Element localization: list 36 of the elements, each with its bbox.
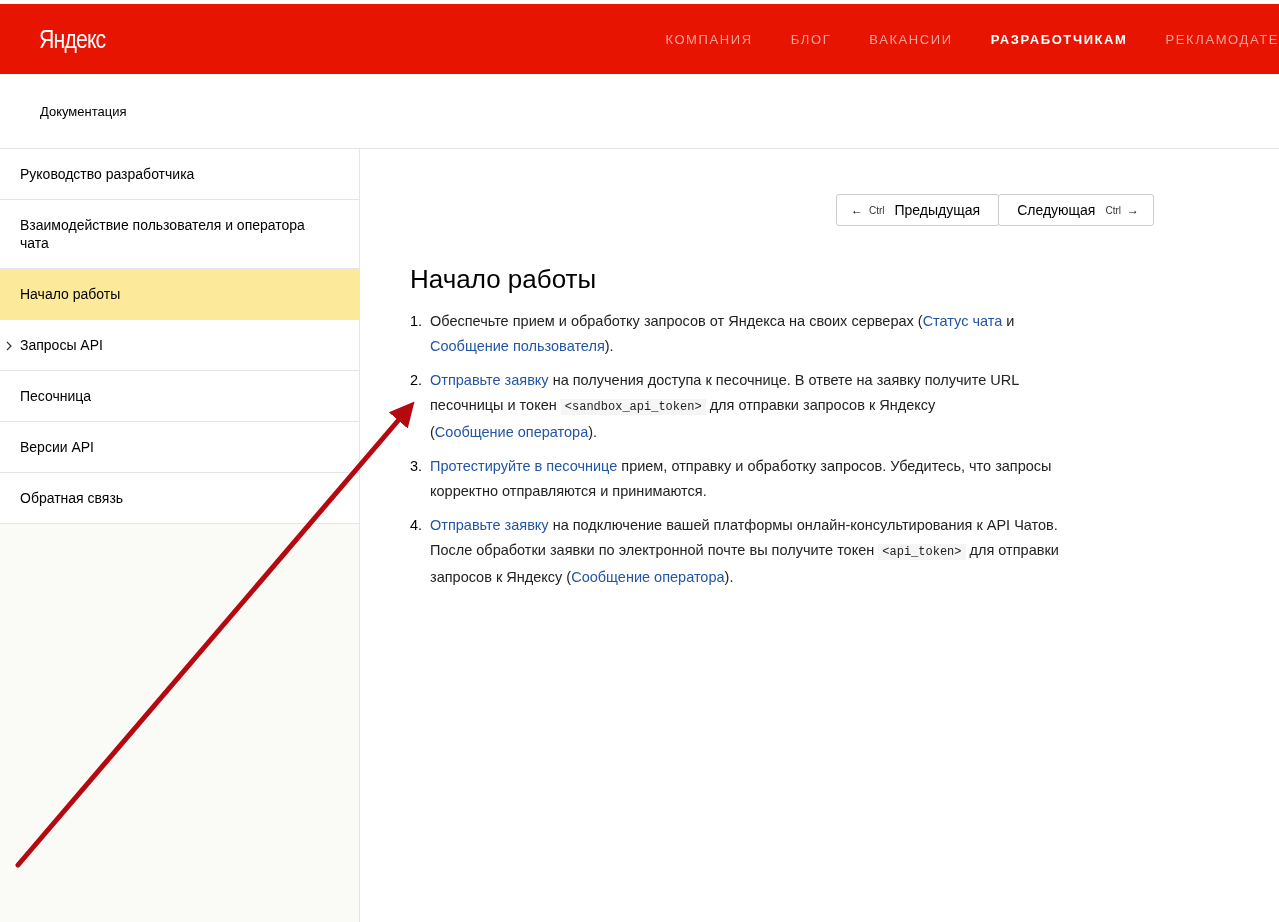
sidebar-item-label: Версии API [20,439,94,455]
doc-link[interactable]: Отправьте заявку [430,372,549,388]
previous-button[interactable]: ← Ctrl Предыдущая [835,194,1000,226]
step-text: Отправьте заявку на получения доступа к песочнице. В ответе на заявку получите URL песочницы и токен <sandbox_api_token> для отправки запросов к Яндексу (Сообщение оператора). [430,371,1020,442]
sidebar-item[interactable]: Песочница [0,371,359,422]
doc-link[interactable]: Сообщение оператора [434,424,589,440]
logo[interactable]: Яндекс [39,24,106,54]
doc-link[interactable]: Сообщение пользователя [430,338,605,354]
step-number: 2. [410,371,424,390]
sidebar-item-label: Руководство разработчика [20,166,195,182]
sidebar-item-label: Обратная связь [20,490,124,506]
step-number: 1. [410,312,424,331]
step-number: 3. [410,457,424,476]
sidebar-item[interactable]: Запросы API [0,320,359,371]
step-text: Отправьте заявку на подключение вашей платформы онлайн-консультирования к API Чатов. После обработки заявки по электронной почте вы получите токен <api_token> для отправки запросов к Яндексу (Сообщение оператора). [430,516,1060,587]
sidebar-item-label: Запросы API [20,337,103,353]
sidebar-item[interactable]: Взаимодействие пользователя и оператора чата [0,200,359,269]
doc-link[interactable]: Сообщение оператора [571,569,725,585]
next-button[interactable]: Следующая Ctrl → [998,194,1154,226]
sidebar-item[interactable]: Обратная связь [0,473,359,524]
sidebar-item-label: Песочница [20,388,92,404]
step-text: Обеспечьте прием и обработку запросов от Яндекса на своих серверах (Статус чата и Сообщение пользователя). [430,312,1016,356]
breadcrumb-link[interactable]: Документация [40,103,127,119]
doc-link[interactable]: Статус чата [922,313,1003,329]
chevron-right-icon [6,341,12,351]
sidebar-item-label: Взаимодействие пользователя и оператора чата [20,217,305,251]
nav-link[interactable]: РАЗРАБОТЧИКАМ [990,31,1128,47]
doc-link[interactable]: Протестируйте в песочнице [430,458,618,474]
sidebar-item-label: Начало работы [20,286,121,302]
page-title: Начало работы [410,264,598,295]
step-number: 4. [410,516,424,535]
sidebar-item[interactable]: Руководство разработчика [0,149,359,200]
sidebar-item[interactable]: Начало работы [0,269,359,320]
doc-link[interactable]: Отправьте заявку [430,517,549,533]
step-text: Протестируйте в песочнице прием, отправку и обработку запросов. Убедитесь, что запросы корректно отправляются и принимаются. [430,457,1053,501]
sidebar-item[interactable]: Версии API [0,422,359,473]
